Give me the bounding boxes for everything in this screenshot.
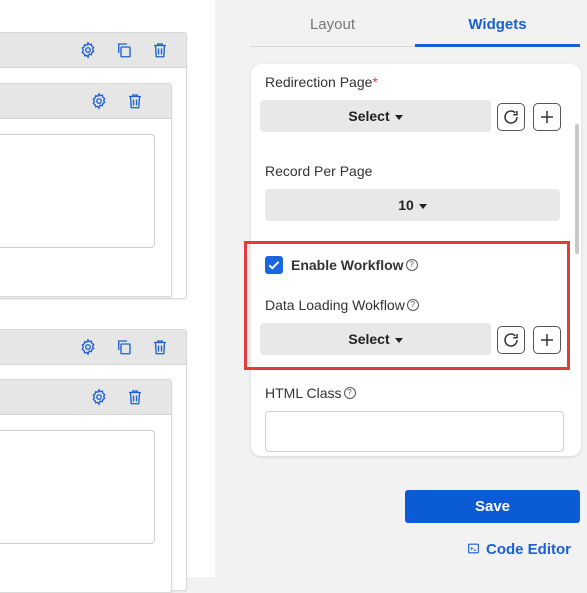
trash-icon[interactable] — [126, 92, 144, 110]
widget-text-area[interactable] — [0, 134, 155, 248]
plus-icon — [541, 334, 553, 346]
gear-icon[interactable] — [90, 92, 108, 110]
save-button[interactable]: Save — [405, 490, 580, 523]
refresh-icon — [504, 110, 518, 124]
record-per-page-select[interactable]: 10 — [265, 189, 560, 221]
terminal-icon — [468, 543, 479, 554]
widget-container-toolbar — [0, 330, 186, 365]
widget-text-area[interactable] — [0, 430, 155, 544]
widget-inner-card-2[interactable] — [0, 379, 172, 593]
panel-tabs: Layout Widgets — [250, 0, 580, 47]
data-loading-workflow-select[interactable]: Select — [260, 323, 491, 355]
help-icon[interactable]: ? — [406, 299, 419, 311]
redirection-add-button[interactable] — [533, 103, 561, 131]
trash-icon[interactable] — [151, 338, 169, 356]
widget-container-toolbar — [0, 33, 186, 68]
widget-inner-toolbar — [0, 84, 171, 119]
gear-icon[interactable] — [79, 41, 97, 59]
caret-down-icon — [418, 203, 427, 209]
code-editor-link[interactable]: Code Editor — [467, 541, 571, 558]
design-canvas — [0, 0, 215, 593]
check-icon — [268, 261, 280, 270]
widget-inner-toolbar — [0, 380, 171, 415]
refresh-icon — [504, 333, 518, 347]
required-marker: * — [372, 74, 378, 90]
redirection-page-select[interactable]: Select — [260, 100, 491, 132]
tab-widgets[interactable]: Widgets — [415, 0, 580, 47]
redirection-refresh-button[interactable] — [497, 103, 525, 131]
enable-workflow-checkbox[interactable] — [265, 256, 283, 274]
trash-icon[interactable] — [126, 388, 144, 406]
trash-icon[interactable] — [151, 41, 169, 59]
html-class-label: HTML Class? — [265, 385, 356, 401]
gear-icon[interactable] — [90, 388, 108, 406]
workflow-refresh-button[interactable] — [497, 326, 525, 354]
gear-icon[interactable] — [79, 338, 97, 356]
workflow-add-button[interactable] — [533, 326, 561, 354]
widget-container-2[interactable] — [0, 329, 187, 593]
plus-icon — [541, 111, 553, 123]
properties-panel: Layout Widgets Redirection Page* Select … — [232, 0, 587, 577]
help-icon[interactable]: ? — [405, 259, 418, 271]
tab-layout[interactable]: Layout — [250, 0, 415, 46]
copy-icon[interactable] — [115, 41, 133, 59]
widget-inner-card-1[interactable] — [0, 83, 172, 297]
html-class-input[interactable] — [265, 411, 564, 452]
enable-workflow-label[interactable]: Enable Workflow? — [291, 257, 418, 273]
redirection-page-label: Redirection Page* — [265, 74, 378, 90]
record-per-page-label: Record Per Page — [265, 163, 373, 179]
widget-container-1[interactable] — [0, 32, 187, 299]
copy-icon[interactable] — [115, 338, 133, 356]
data-loading-workflow-label: Data Loading Wokflow? — [265, 297, 419, 313]
help-icon[interactable]: ? — [343, 387, 356, 399]
caret-down-icon — [394, 337, 403, 343]
form-scrollbar[interactable] — [575, 124, 579, 254]
caret-down-icon — [394, 114, 403, 120]
